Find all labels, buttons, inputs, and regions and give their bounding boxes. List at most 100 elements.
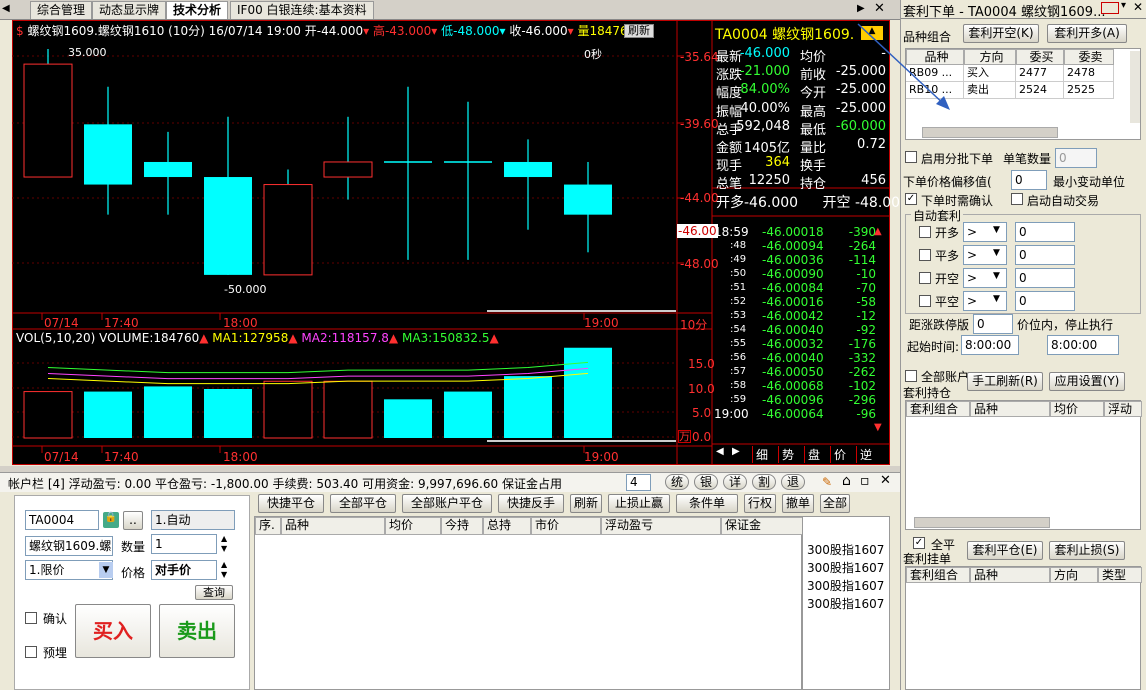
confirm-order-checkbox[interactable]: ✓: [905, 193, 917, 205]
auto-row-value[interactable]: 0: [1015, 222, 1075, 242]
instrument-item[interactable]: 300股指1607: [807, 577, 884, 594]
chevron-down-icon[interactable]: ▼: [993, 248, 1000, 258]
batch-checkbox[interactable]: [905, 151, 917, 163]
positions-column-header[interactable]: 序.: [255, 517, 281, 535]
tab-overview[interactable]: 综合管理: [30, 1, 93, 19]
auto-trade-checkbox[interactable]: [1011, 193, 1023, 205]
auto-row-operator[interactable]: >: [963, 222, 1007, 242]
auto-row-value[interactable]: 0: [1015, 245, 1075, 265]
tick-scroll-down-icon[interactable]: ▼: [874, 422, 882, 433]
confirm-checkbox[interactable]: [25, 612, 37, 624]
holdings-hscroll[interactable]: [914, 517, 1050, 528]
close-chart-icon[interactable]: ✕: [874, 1, 885, 16]
position-action-button[interactable]: 撤单: [782, 494, 814, 513]
legs-cell[interactable]: 2524: [1016, 82, 1064, 99]
arbitrage-pin-icon[interactable]: ▾: [1121, 0, 1126, 11]
position-action-button[interactable]: 全部平仓: [330, 494, 396, 513]
legs-cell[interactable]: 买入: [964, 65, 1016, 82]
tick-tab[interactable]: 势: [778, 446, 794, 463]
close-account-icon[interactable]: ✕: [880, 473, 891, 488]
refresh-chart-button[interactable]: 刷新: [624, 24, 654, 38]
position-action-button[interactable]: 快捷反手: [498, 494, 564, 513]
tick-tab[interactable]: 逆: [856, 446, 872, 463]
account-more-button[interactable]: ..: [123, 511, 143, 530]
account-mini-button[interactable]: 详: [723, 474, 747, 490]
all-close-checkbox[interactable]: ✓: [913, 537, 925, 549]
legs-cell[interactable]: 2478: [1064, 65, 1114, 82]
auto-row-value[interactable]: 0: [1015, 291, 1075, 311]
pending-column-header[interactable]: 品种: [970, 567, 1050, 583]
chevron-down-icon[interactable]: ▼: [993, 294, 1000, 304]
legs-hscroll[interactable]: [922, 127, 1058, 138]
legs-column-header[interactable]: 委买: [1016, 49, 1064, 65]
positions-column-header[interactable]: 品种: [281, 517, 385, 535]
manual-refresh-button[interactable]: 手工刷新(R): [967, 372, 1043, 391]
position-action-button[interactable]: 行权: [744, 494, 776, 513]
qty-stepper[interactable]: ▲ ▼: [221, 534, 227, 554]
tick-tab[interactable]: 细: [752, 446, 768, 463]
apply-settings-button[interactable]: 应用设置(Y): [1049, 372, 1125, 391]
account-dropdown[interactable]: 4: [626, 474, 651, 491]
chevron-down-icon[interactable]: ▼: [993, 271, 1000, 281]
quote-flag-icon[interactable]: ▲: [861, 26, 883, 40]
chevron-down-icon[interactable]: ▼: [993, 225, 1000, 235]
minimize-icon[interactable]: ▫: [860, 473, 870, 489]
query-button[interactable]: 查询: [195, 585, 233, 600]
legs-cell[interactable]: RB09 ...: [906, 65, 964, 82]
pin-icon[interactable]: ✎: [822, 475, 832, 489]
auto-row-operator[interactable]: >: [963, 291, 1007, 311]
holdings-column-header[interactable]: 品种: [970, 401, 1050, 417]
arbitrage-stop-button[interactable]: 套利止损(S): [1049, 541, 1125, 560]
order-contract-input[interactable]: 螺纹钢1609.螺: [25, 536, 113, 556]
qty-input[interactable]: 1: [151, 534, 217, 554]
account-mini-button[interactable]: 割: [752, 474, 776, 490]
tick-scroll-up-icon[interactable]: ▲: [874, 226, 882, 237]
auto-row-operator[interactable]: >: [963, 245, 1007, 265]
float-icon[interactable]: ⌂: [842, 473, 851, 489]
position-action-button[interactable]: 全部: [820, 494, 850, 513]
positions-column-header[interactable]: 均价: [385, 517, 441, 535]
arbitrage-close-button[interactable]: 套利平仓(E): [967, 541, 1043, 560]
tab-scroll-right-icon[interactable]: ▶: [857, 3, 865, 14]
buy-button[interactable]: 买入: [75, 604, 151, 658]
position-action-button[interactable]: 刷新: [570, 494, 602, 513]
tab-technical-analysis[interactable]: 技术分析: [166, 1, 229, 19]
tick-prev-icon[interactable]: ◀: [716, 446, 724, 457]
stop-input[interactable]: 0: [973, 314, 1013, 334]
auto-row-checkbox[interactable]: [919, 272, 931, 284]
instrument-item[interactable]: 300股指1607: [807, 595, 884, 612]
pending-column-header[interactable]: 套利组合: [906, 567, 970, 583]
single-qty-input[interactable]: 0: [1055, 148, 1097, 168]
arbitrage-open-short-button[interactable]: 套利开空(K): [963, 24, 1039, 43]
position-action-button[interactable]: 止损止赢: [608, 494, 670, 513]
holdings-column-header[interactable]: 均价: [1050, 401, 1104, 417]
legs-column-header[interactable]: 委卖: [1064, 49, 1114, 65]
price-type-dropdown-icon[interactable]: ▼: [99, 562, 113, 578]
positions-column-header[interactable]: 市价: [531, 517, 601, 535]
start-time-input[interactable]: 8:00:00: [961, 335, 1019, 355]
order-mode-select[interactable]: 1.自动: [151, 510, 235, 530]
legs-vscroll[interactable]: [1130, 51, 1140, 123]
end-time-input[interactable]: 8:00:00: [1047, 335, 1119, 355]
tick-tab[interactable]: 盘: [804, 446, 820, 463]
instrument-item[interactable]: 300股指1607: [807, 559, 884, 576]
legs-cell[interactable]: 2477: [1016, 65, 1064, 82]
positions-column-header[interactable]: 保证金: [721, 517, 803, 535]
legs-column-header[interactable]: 方向: [964, 49, 1016, 65]
price-stepper[interactable]: ▲ ▼: [221, 560, 227, 580]
all-accounts-checkbox[interactable]: [905, 370, 917, 382]
legs-cell[interactable]: RB10 ...: [906, 82, 964, 99]
sell-button[interactable]: 卖出: [159, 604, 235, 658]
positions-column-header[interactable]: 浮动盈亏: [601, 517, 721, 535]
tab-silver-info[interactable]: IF00 白银连续:基本资料: [230, 1, 374, 19]
position-action-button[interactable]: 快捷平仓: [258, 494, 324, 513]
lock-icon[interactable]: 🔒: [103, 512, 119, 528]
tick-tab[interactable]: 价: [830, 446, 846, 463]
holdings-column-header[interactable]: 套利组合: [906, 401, 970, 417]
auto-row-checkbox[interactable]: [919, 295, 931, 307]
pending-column-header[interactable]: 方向: [1050, 567, 1098, 583]
positions-column-header[interactable]: 今持: [441, 517, 483, 535]
positions-column-header[interactable]: 总持: [483, 517, 531, 535]
account-mini-button[interactable]: 统: [665, 474, 689, 490]
legs-column-header[interactable]: 品种: [906, 49, 964, 65]
